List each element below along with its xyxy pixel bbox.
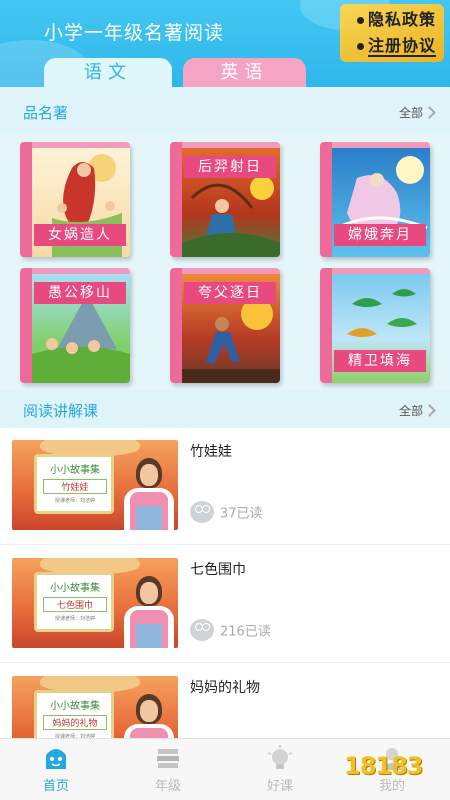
user-agreement-link[interactable]: 注册协议 <box>356 32 436 57</box>
lesson-thumbnail: 小小故事集 七色围巾 授课老师：刘洁婷 <box>12 558 178 648</box>
book-title: 后羿射日 <box>184 156 276 178</box>
read-count: 216已读 <box>190 619 271 641</box>
chalkboard: 小小故事集 七色围巾 授课老师：刘洁婷 <box>34 572 114 632</box>
board-subtitle: 七色围巾 <box>43 597 107 612</box>
book-spine <box>170 268 182 383</box>
teacher-overall <box>136 506 162 530</box>
teacher-face <box>140 700 158 722</box>
book-cover: 嫦娥奔月 <box>320 142 430 257</box>
bullet-icon <box>356 43 364 50</box>
home-icon <box>46 749 66 769</box>
bullet-icon <box>356 17 364 24</box>
book-title: 嫦娥奔月 <box>334 224 426 246</box>
nav-grade[interactable]: 年级 <box>112 739 224 800</box>
book-cover: 精卫填海 <box>320 268 430 383</box>
board-subtitle: 妈妈的礼物 <box>43 715 107 730</box>
book-topband <box>332 142 430 148</box>
watermark-text: 18183 <box>344 752 423 780</box>
see-all-label: 全部 <box>398 106 423 120</box>
lesson-title: 竹娃娃 <box>190 444 232 460</box>
app-title: 小学一年级名著阅读 <box>44 22 225 44</box>
section-title: 品名著 <box>23 104 69 122</box>
board-subtitle: 竹娃娃 <box>43 479 107 494</box>
users-icon <box>190 619 214 641</box>
books-icon <box>157 749 179 768</box>
users-icon <box>190 501 214 523</box>
chevron-right-icon <box>423 404 436 417</box>
lesson-item[interactable]: 小小故事集 七色围巾 授课老师：刘洁婷 七色围巾 216已读 <box>0 546 450 663</box>
board-teacher: 授课老师：刘洁婷 <box>54 616 95 622</box>
book-spine <box>20 268 32 383</box>
book-cover: 愚公移山 <box>20 268 130 383</box>
book-title: 夸父逐日 <box>184 282 276 304</box>
tab-chinese[interactable]: 语文 <box>44 58 172 87</box>
lesson-title: 妈妈的礼物 <box>190 680 260 696</box>
book-card[interactable]: 精卫填海 <box>320 268 430 383</box>
chevron-right-icon <box>423 106 436 119</box>
subject-tabs: 语文 英语 <box>0 58 450 87</box>
see-all-classics-button[interactable]: 全部 <box>398 104 436 121</box>
lesson-title: 七色围巾 <box>190 562 246 578</box>
book-card[interactable]: 夸父逐日 <box>170 268 280 383</box>
book-card[interactable]: 女娲造人 <box>20 142 130 257</box>
book-topband <box>332 268 430 274</box>
nav-courses[interactable]: 好课 <box>224 739 336 800</box>
read-count: 37已读 <box>190 501 263 523</box>
book-cover: 夸父逐日 <box>170 268 280 383</box>
board-teacher: 授课老师：刘洁婷 <box>54 498 95 504</box>
book-card[interactable]: 愚公移山 <box>20 268 130 383</box>
book-title: 女娲造人 <box>34 224 126 246</box>
chalkboard: 小小故事集 竹娃娃 授课老师：刘洁婷 <box>34 454 114 514</box>
book-title: 精卫填海 <box>334 350 426 372</box>
watermark-logo: 18183 <box>340 742 440 792</box>
lesson-thumbnail: 小小故事集 竹娃娃 授课老师：刘洁婷 <box>12 440 178 530</box>
book-topband <box>32 142 130 148</box>
book-spine <box>170 142 182 257</box>
board-title: 小小故事集 <box>50 583 100 594</box>
classics-header: 品名著 全部 <box>0 87 450 135</box>
book-spine <box>320 268 332 383</box>
book-title: 愚公移山 <box>34 282 126 304</box>
book-topband <box>182 142 280 148</box>
teacher-face <box>140 464 158 486</box>
teacher-face <box>140 582 158 604</box>
lightbulb-icon <box>267 745 293 769</box>
see-all-courses-button[interactable]: 全部 <box>398 402 436 419</box>
privacy-policy-link[interactable]: 隐私政策 <box>356 6 436 30</box>
book-card[interactable]: 后羿射日 <box>170 142 280 257</box>
board-title: 小小故事集 <box>50 701 100 712</box>
tab-english[interactable]: 英语 <box>183 58 306 87</box>
nav-label: 首页 <box>42 779 69 794</box>
app-header: 小学一年级名著阅读 隐私政策 注册协议 语文 英语 <box>0 0 450 87</box>
nav-label: 年级 <box>154 779 181 794</box>
book-topband <box>32 268 130 274</box>
nav-label: 好课 <box>266 779 293 794</box>
lesson-item[interactable]: 小小故事集 竹娃娃 授课老师：刘洁婷 竹娃娃 37已读 <box>0 428 450 545</box>
board-title: 小小故事集 <box>50 465 100 476</box>
teacher-overall <box>136 624 162 648</box>
book-card[interactable]: 嫦娥奔月 <box>320 142 430 257</box>
book-cover: 后羿射日 <box>170 142 280 257</box>
book-topband <box>182 268 280 274</box>
book-spine <box>20 142 32 257</box>
reading-course-header: 阅读讲解课 全部 <box>0 390 450 428</box>
see-all-label: 全部 <box>398 404 423 418</box>
book-cover: 女娲造人 <box>20 142 130 257</box>
section-title: 阅读讲解课 <box>23 402 99 420</box>
nav-home[interactable]: 首页 <box>0 739 112 800</box>
book-spine <box>320 142 332 257</box>
